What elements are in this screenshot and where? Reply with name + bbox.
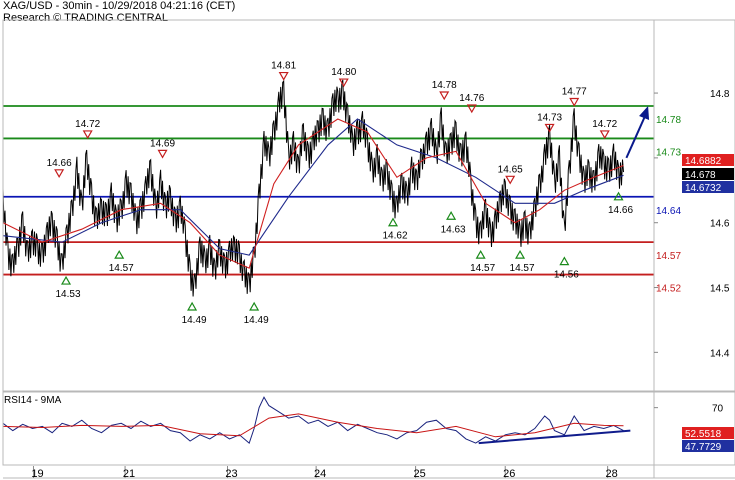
- rsi-title: RSI14 - 9MA: [4, 395, 62, 406]
- projection-arrow-shaft: [625, 115, 646, 159]
- swing-low-marker: [515, 249, 526, 259]
- swing-high-label: 14.73: [537, 112, 562, 123]
- swing-low-label: 14.62: [382, 231, 407, 242]
- time-tick-label: 26: [503, 468, 515, 480]
- swing-low-label: 14.53: [56, 289, 81, 300]
- swing-high-marker: [157, 149, 168, 159]
- rsi-ma-line: [2, 413, 624, 438]
- swing-high-label: 14.81: [271, 61, 296, 72]
- swing-low-label: 14.49: [244, 315, 269, 326]
- price-panel: 14.78 14.73 14.64 14.57 14.52 14.66 14.72 14.69…: [2, 61, 681, 326]
- time-tick-label: 21: [123, 468, 135, 480]
- swing-low-label: 14.66: [608, 205, 633, 216]
- swing-high-marker: [278, 71, 289, 81]
- swing-low-marker: [187, 301, 198, 311]
- price-tag-label-slow: 14.6732: [685, 183, 722, 194]
- swing-high-label: 14.66: [47, 158, 72, 169]
- price-y-tick-label: 14.5: [710, 284, 730, 295]
- price-y-tick-label: 14.8: [710, 89, 730, 100]
- swing-low-marker: [475, 249, 486, 259]
- time-tick-label: 19: [31, 468, 43, 480]
- swing-low-marker: [559, 256, 570, 266]
- swing-high-marker: [439, 91, 450, 101]
- rsi-tag-label-rsi: 47.7729: [685, 442, 722, 453]
- projection-arrow-head: [639, 106, 650, 121]
- rsi-line: [2, 396, 624, 444]
- swing-high-label: 14.72: [75, 119, 100, 130]
- price-tag-label-last: 14.678: [685, 170, 716, 181]
- level-label-pivot: 14.64: [656, 206, 681, 217]
- chart-canvas: 14.78 14.73 14.64 14.57 14.52 14.66 14.72 14.69…: [2, 19, 735, 480]
- time-tick-label: 25: [413, 468, 425, 480]
- level-label-resistance: 14.73: [656, 147, 681, 158]
- swing-high-label: 14.72: [592, 119, 617, 130]
- swing-high-marker: [82, 130, 93, 140]
- swing-high-marker: [54, 169, 65, 179]
- rsi-y-tick-label: 70: [712, 404, 724, 415]
- swing-low-label: 14.57: [470, 263, 495, 274]
- rsi-panel: RSI14 - 9MA: [2, 395, 631, 445]
- swing-low-marker: [249, 301, 260, 311]
- price-y-tick-label: 14.6: [710, 219, 730, 230]
- time-tick-label: 28: [606, 468, 618, 480]
- swing-low-marker: [387, 217, 399, 227]
- swing-high-marker: [569, 97, 580, 107]
- swing-high-label: 14.80: [331, 67, 356, 78]
- swing-low-label: 14.57: [109, 263, 134, 274]
- swing-high-marker: [338, 78, 349, 88]
- swing-low-label: 14.49: [182, 315, 207, 326]
- swing-high-label: 14.77: [562, 87, 587, 98]
- swing-low-marker: [446, 211, 457, 220]
- level-label-support: 14.57: [656, 251, 681, 262]
- rsi-panel-frame: [2, 391, 735, 466]
- axes: 14.814.714.614.514.4701921232425262814.6…: [2, 19, 735, 480]
- swing-high-label: 14.76: [459, 93, 484, 104]
- swing-high-label: 14.78: [432, 80, 457, 91]
- swing-low-marker: [114, 249, 125, 259]
- swing-low-marker: [60, 275, 72, 285]
- swing-low-label: 14.56: [554, 270, 579, 281]
- level-label-support: 14.52: [656, 284, 681, 295]
- swing-low-label: 14.63: [441, 224, 466, 235]
- level-label-resistance: 14.78: [656, 115, 681, 126]
- price-y-tick-label: 14.4: [710, 348, 730, 359]
- time-tick-label: 23: [225, 468, 237, 480]
- swing-high-marker: [599, 130, 610, 140]
- swing-high-label: 14.69: [150, 138, 175, 149]
- swing-high-marker: [505, 175, 516, 185]
- rsi-tag-label-ma: 52.5518: [685, 429, 722, 440]
- time-tick-label: 24: [314, 468, 326, 480]
- price-tag-label-fast: 14.6882: [685, 156, 722, 167]
- swing-low-label: 14.57: [510, 263, 535, 274]
- swing-high-label: 14.65: [498, 164, 523, 175]
